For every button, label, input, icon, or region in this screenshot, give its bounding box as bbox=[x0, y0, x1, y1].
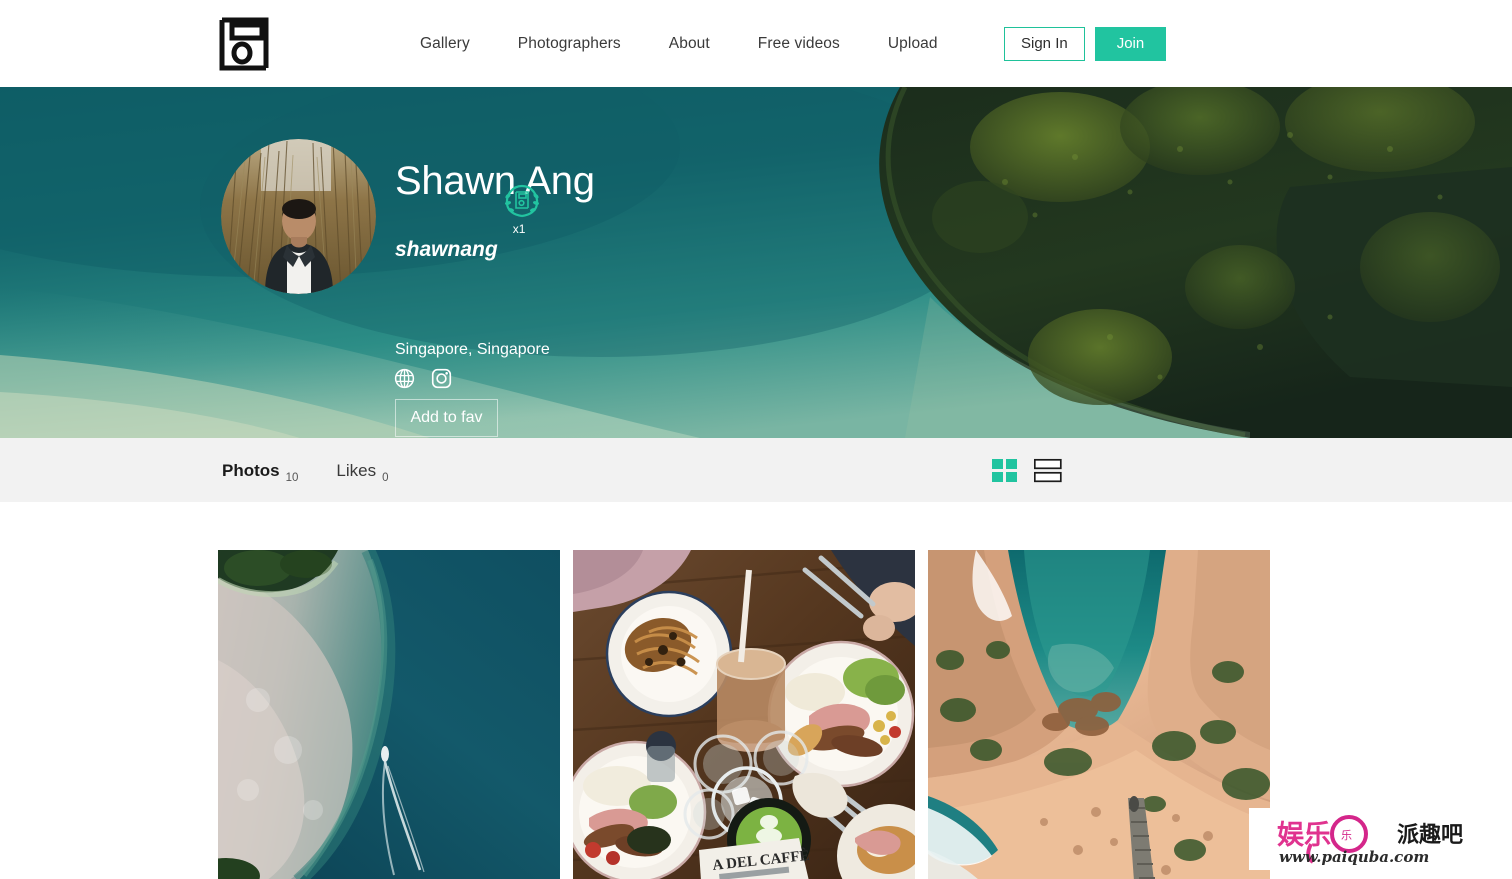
watermark-url: www.paiquba.com bbox=[1279, 848, 1429, 866]
instagram-icon[interactable] bbox=[431, 368, 452, 389]
watermark-logo: 娱乐 乐 派趣吧 www.paiquba.com bbox=[1249, 808, 1512, 870]
list-view-icon[interactable] bbox=[1034, 458, 1062, 484]
tab-likes-count: 0 bbox=[382, 471, 389, 484]
profile-summary: Shawn Ang shawnang x1 Singapore, Singapo… bbox=[0, 87, 1512, 438]
add-to-fav-button[interactable]: Add to fav bbox=[395, 399, 498, 437]
tab-photos-label: Photos bbox=[222, 460, 280, 480]
watermark-overlay: 娱乐 乐 派趣吧 www.paiquba.com bbox=[1249, 808, 1512, 870]
badge-count: x1 bbox=[512, 222, 526, 236]
nav-item-about[interactable]: About bbox=[645, 35, 734, 53]
nav-item-upload[interactable]: Upload bbox=[864, 35, 962, 53]
photo-thumbnail[interactable]: A DEL CAFFÈ bbox=[573, 550, 915, 879]
laurel-wreath-badge-icon bbox=[504, 184, 539, 218]
tab-list: Photos 10 Likes 0 bbox=[222, 438, 389, 502]
photo-2-illustration: A DEL CAFFÈ bbox=[573, 550, 915, 879]
photo-thumbnail[interactable] bbox=[928, 550, 1270, 879]
watermark-brand-cn: 娱乐 bbox=[1277, 820, 1331, 851]
social-links bbox=[394, 368, 452, 389]
profile-location: Singapore, Singapore bbox=[395, 341, 550, 358]
site-header: Gallery Photographers About Free videos … bbox=[0, 0, 1512, 87]
watermark-site-cn: 派趣吧 bbox=[1397, 822, 1463, 848]
avatar-illustration bbox=[221, 139, 376, 294]
profile-hero-banner: Shawn Ang shawnang x1 Singapore, Singapo… bbox=[0, 87, 1512, 438]
achievement-badge[interactable]: x1 bbox=[500, 184, 546, 260]
tab-photos-count: 10 bbox=[285, 471, 299, 484]
tab-photos[interactable]: Photos 10 bbox=[222, 460, 298, 484]
svg-text:乐: 乐 bbox=[1341, 829, 1352, 842]
photo-1-illustration bbox=[218, 550, 560, 879]
photo-thumbnail[interactable] bbox=[218, 550, 560, 879]
nav-item-photographers[interactable]: Photographers bbox=[494, 35, 645, 53]
sign-in-button[interactable]: Sign In bbox=[1004, 27, 1085, 61]
website-icon[interactable] bbox=[394, 368, 415, 389]
tab-likes-label: Likes bbox=[336, 460, 377, 480]
grid-view-icon[interactable] bbox=[992, 458, 1018, 484]
main-nav: Gallery Photographers About Free videos … bbox=[420, 0, 962, 87]
tab-likes[interactable]: Likes 0 bbox=[336, 460, 388, 484]
camera-logo-icon[interactable] bbox=[218, 16, 270, 72]
profile-handle: shawnang bbox=[395, 238, 498, 261]
camera-logo-glyph bbox=[219, 17, 269, 71]
page-title: Shawn Ang bbox=[395, 159, 595, 203]
nav-item-free-videos[interactable]: Free videos bbox=[734, 35, 864, 53]
auth-buttons: Sign In Join bbox=[1004, 27, 1167, 61]
view-toggle-group bbox=[992, 458, 1062, 484]
avatar[interactable] bbox=[221, 139, 376, 294]
photo-3-illustration bbox=[928, 550, 1270, 879]
join-button[interactable]: Join bbox=[1094, 27, 1167, 61]
nav-item-gallery[interactable]: Gallery bbox=[420, 35, 494, 53]
profile-tabbar: Photos 10 Likes 0 bbox=[0, 438, 1512, 502]
handle-row: shawnang x1 bbox=[395, 184, 546, 261]
